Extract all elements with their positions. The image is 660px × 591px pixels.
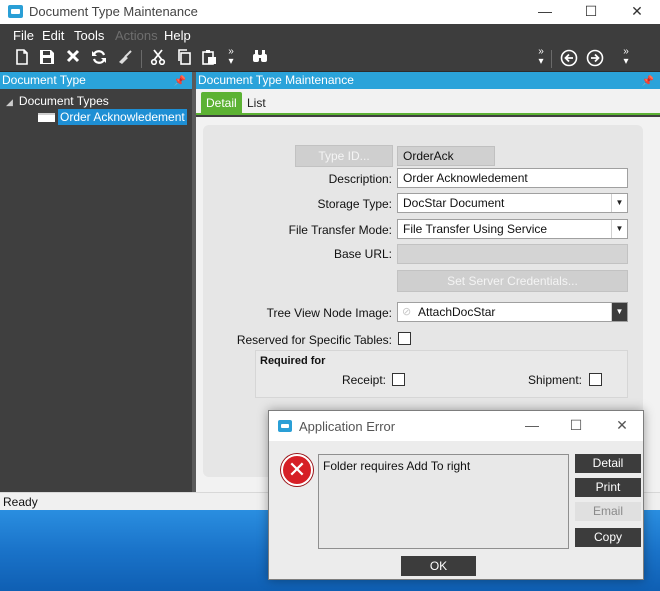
toolbar: » ▾ » ▾ » ▾ bbox=[0, 46, 660, 72]
receipt-checkbox[interactable] bbox=[392, 373, 405, 386]
chevron-down-icon[interactable]: ▼ bbox=[611, 220, 627, 238]
file-transfer-mode-select[interactable]: File Transfer Using Service ▼ bbox=[397, 219, 628, 239]
required-for-title: Required for bbox=[260, 355, 326, 367]
print-button[interactable]: Print bbox=[575, 478, 641, 497]
tree-view-node-image-select[interactable]: ⊘ AttachDocStar ▼ bbox=[397, 302, 628, 322]
type-id-field: OrderAck bbox=[397, 146, 495, 166]
type-id-button[interactable]: Type ID... bbox=[295, 145, 393, 167]
email-button[interactable]: Email bbox=[575, 502, 641, 521]
delete-icon[interactable] bbox=[63, 49, 83, 69]
maximize-button[interactable]: ☐ bbox=[568, 0, 614, 24]
set-server-credentials-button[interactable]: Set Server Credentials... bbox=[397, 270, 628, 292]
dialog-close-button[interactable]: ✕ bbox=[607, 415, 637, 437]
menu-bar: File Edit Tools Actions Help bbox=[0, 24, 660, 46]
shipment-checkbox[interactable] bbox=[589, 373, 602, 386]
cut-icon[interactable] bbox=[148, 49, 168, 69]
chevron-down-icon[interactable]: ▼ bbox=[611, 303, 627, 321]
panel-header: Document Type 📌 bbox=[0, 72, 192, 89]
shipment-label: Shipment: bbox=[527, 373, 582, 387]
folder-icon bbox=[38, 111, 55, 122]
panel-title: Document Type bbox=[2, 73, 86, 87]
copy-icon[interactable] bbox=[174, 49, 194, 69]
tree-view-node-image-label: Tree View Node Image: bbox=[266, 306, 392, 320]
app-icon bbox=[278, 420, 292, 432]
toolbar-overflow-icon[interactable]: » ▾ bbox=[227, 47, 235, 71]
dialog-minimize-button[interactable]: — bbox=[517, 415, 547, 437]
nav-overflow-icon-2[interactable]: » ▾ bbox=[622, 47, 630, 71]
error-message-box: Folder requires Add To right bbox=[318, 454, 569, 549]
title-bar: Document Type Maintenance — ☐ ✕ bbox=[0, 0, 660, 24]
tab-list[interactable]: List bbox=[242, 92, 271, 114]
storage-type-value: DocStar Document bbox=[403, 196, 505, 210]
tab-detail[interactable]: Detail bbox=[201, 92, 242, 114]
chevron-down-icon[interactable]: ▼ bbox=[611, 194, 627, 212]
expand-arrow-icon[interactable]: ◢ bbox=[6, 97, 13, 107]
save-icon[interactable] bbox=[37, 49, 57, 69]
menu-tools[interactable]: Tools bbox=[74, 28, 104, 43]
new-icon[interactable] bbox=[12, 49, 32, 69]
nav-overflow-icon[interactable]: » ▾ bbox=[537, 47, 545, 71]
back-icon[interactable] bbox=[559, 49, 579, 69]
tree-root-label: Document Types bbox=[18, 94, 109, 108]
application-error-dialog: Application Error — ☐ ✕ ✕ Folder require… bbox=[268, 410, 644, 580]
description-label: Description: bbox=[328, 172, 392, 186]
menu-edit[interactable]: Edit bbox=[42, 28, 64, 43]
pin-icon[interactable]: 📌 bbox=[642, 74, 654, 90]
menu-help[interactable]: Help bbox=[164, 28, 191, 43]
clear-icon[interactable] bbox=[115, 49, 135, 69]
file-transfer-mode-label: File Transfer Mode: bbox=[288, 223, 392, 237]
app-icon bbox=[8, 5, 23, 18]
error-icon: ✕ bbox=[281, 454, 313, 486]
required-for-group: Required for Receipt: Shipment: bbox=[255, 350, 628, 398]
pin-icon[interactable]: 📌 bbox=[174, 74, 186, 90]
panel-title: Document Type Maintenance bbox=[198, 73, 354, 87]
refresh-icon[interactable] bbox=[89, 49, 109, 69]
close-button[interactable]: ✕ bbox=[614, 0, 660, 24]
forward-icon[interactable] bbox=[585, 49, 605, 69]
tree-item-label: Order Acknowledement bbox=[58, 109, 187, 125]
attach-icon: ⊘ bbox=[402, 306, 412, 318]
dialog-maximize-button[interactable]: ☐ bbox=[561, 415, 591, 437]
menu-actions[interactable]: Actions bbox=[115, 28, 158, 43]
file-transfer-mode-value: File Transfer Using Service bbox=[403, 222, 548, 236]
panel-header: Document Type Maintenance 📌 bbox=[196, 72, 660, 89]
status-text: Ready bbox=[3, 495, 38, 509]
paste-icon[interactable] bbox=[199, 49, 219, 69]
copy-button[interactable]: Copy bbox=[575, 528, 641, 547]
tree-root-document-types[interactable]: ◢ Document Types bbox=[6, 94, 109, 108]
storage-type-select[interactable]: DocStar Document ▼ bbox=[397, 193, 628, 213]
reserved-checkbox[interactable] bbox=[398, 332, 411, 345]
base-url-input[interactable] bbox=[397, 244, 628, 264]
dialog-title-bar: Application Error — ☐ ✕ bbox=[269, 411, 643, 441]
menu-file[interactable]: File bbox=[13, 28, 34, 43]
window-title: Document Type Maintenance bbox=[29, 4, 198, 19]
tab-strip: Detail List bbox=[196, 89, 660, 115]
toolbar-separator bbox=[551, 50, 552, 68]
ok-button[interactable]: OK bbox=[401, 556, 476, 576]
tree-view-node-image-value: AttachDocStar bbox=[418, 305, 496, 319]
receipt-label: Receipt: bbox=[341, 373, 386, 387]
binoculars-icon[interactable] bbox=[250, 49, 270, 69]
description-input[interactable]: Order Acknowledement bbox=[397, 168, 628, 188]
error-message: Folder requires Add To right bbox=[323, 459, 471, 473]
toolbar-separator bbox=[141, 50, 142, 68]
dialog-title: Application Error bbox=[299, 419, 396, 434]
document-type-panel: Document Type 📌 ◢ Document Types Order Ac… bbox=[0, 72, 192, 492]
detail-button[interactable]: Detail bbox=[575, 454, 641, 473]
reserved-label: Reserved for Specific Tables: bbox=[236, 333, 392, 347]
storage-type-label: Storage Type: bbox=[317, 197, 393, 211]
base-url-label: Base URL: bbox=[333, 247, 392, 261]
minimize-button[interactable]: — bbox=[522, 0, 568, 24]
